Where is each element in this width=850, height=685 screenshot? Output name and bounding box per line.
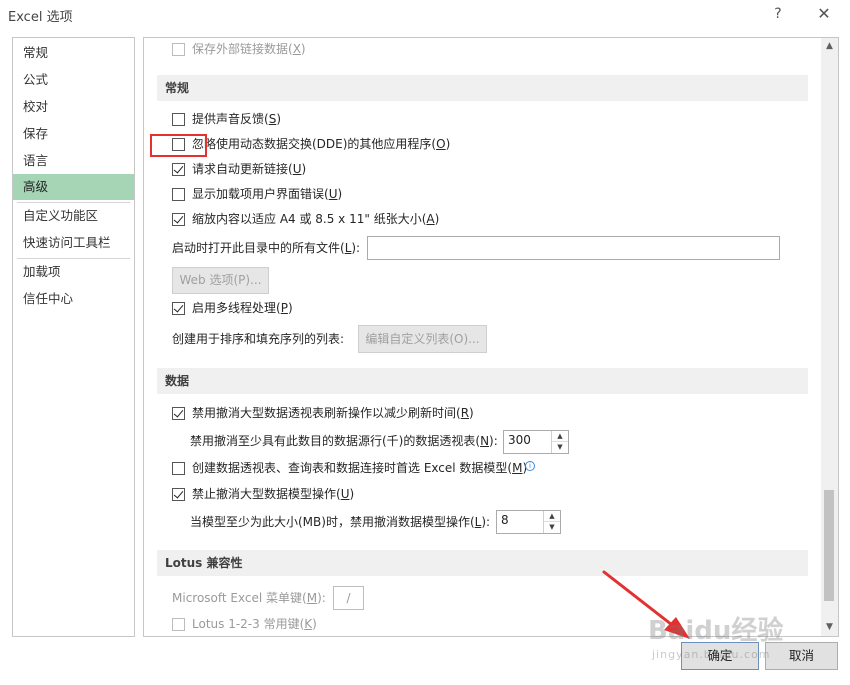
nav-item-general[interactable]: 常规 <box>13 40 134 66</box>
spinner-up-icon[interactable]: ▲ <box>544 511 560 522</box>
section-header-data: 数据 <box>157 368 808 394</box>
startup-folder-input[interactable] <box>367 236 780 260</box>
checkbox[interactable] <box>172 462 185 475</box>
nav-item-trust-center[interactable]: 信任中心 <box>13 286 134 312</box>
nav-item-customize-ribbon[interactable]: 自定义功能区 <box>13 203 134 229</box>
checkbox[interactable] <box>172 213 185 226</box>
help-button[interactable]: ? <box>768 4 788 24</box>
nav-item-proofing[interactable]: 校对 <box>13 94 134 120</box>
model-size-spinner[interactable]: 8 ▲ ▼ <box>496 510 561 534</box>
scrollbar-thumb[interactable] <box>824 490 834 601</box>
pivot-rows-spinner[interactable]: 300 ▲ ▼ <box>503 430 569 454</box>
checkbox[interactable] <box>172 407 185 420</box>
web-options-button[interactable]: Web 选项(P)... <box>172 267 269 294</box>
nav-item-quick-access-toolbar[interactable]: 快速访问工具栏 <box>13 230 134 256</box>
window-title: Excel 选项 <box>8 10 73 25</box>
vertical-scrollbar[interactable]: ▲ ▼ <box>821 38 838 636</box>
checkbox[interactable] <box>172 113 185 126</box>
checkbox[interactable] <box>172 43 185 56</box>
nav-item-language[interactable]: 语言 <box>13 148 134 174</box>
model-size-label: 当模型至少为此大小(MB)时，禁用撤消数据模型操作(L): <box>190 515 491 529</box>
checkbox[interactable] <box>172 618 185 631</box>
options-nav: 常规 公式 校对 保存 语言 高级 自定义功能区 快速访问工具栏 加载项 信任中… <box>12 37 135 637</box>
nav-item-advanced[interactable]: 高级 <box>13 174 134 200</box>
scroll-down-icon[interactable]: ▼ <box>821 619 838 636</box>
options-content: 保存外部链接数据(X) 常规 提供声音反馈(S) 忽略使用动态数据交换(DDE)… <box>143 37 839 637</box>
baidu-watermark: Baidu经验 <box>648 616 784 646</box>
spinner-value[interactable]: 8 <box>501 513 509 527</box>
scroll-up-icon[interactable]: ▲ <box>821 38 838 55</box>
checkbox[interactable] <box>172 488 185 501</box>
checkbox[interactable] <box>172 163 185 176</box>
spinner-down-icon[interactable]: ▼ <box>544 522 560 533</box>
menu-key-input[interactable]: / <box>333 586 364 610</box>
title-bar: Excel 选项 ? ✕ <box>0 0 850 30</box>
section-header-general: 常规 <box>157 75 808 101</box>
info-icon[interactable]: i <box>525 461 535 471</box>
highlight-box <box>150 134 207 157</box>
nav-item-formulas[interactable]: 公式 <box>13 67 134 93</box>
edit-custom-lists-button[interactable]: 编辑自定义列表(O)... <box>358 325 487 353</box>
checkbox[interactable] <box>172 188 185 201</box>
baidu-watermark-url: jingyan.baidu.com <box>652 648 771 661</box>
pivot-rows-label: 禁用撤消至少具有此数目的数据源行(千)的数据透视表(N): <box>190 434 498 448</box>
menu-key-label: Microsoft Excel 菜单键(M): <box>172 591 326 605</box>
startup-folder-label: 启动时打开此目录中的所有文件(L): <box>172 241 361 255</box>
spinner-down-icon[interactable]: ▼ <box>552 442 568 453</box>
spinner-value[interactable]: 300 <box>508 433 531 447</box>
section-header-lotus: Lotus 兼容性 <box>157 550 808 576</box>
nav-item-add-ins[interactable]: 加载项 <box>13 259 134 285</box>
checkbox[interactable] <box>172 302 185 315</box>
spinner-up-icon[interactable]: ▲ <box>552 431 568 442</box>
nav-item-save[interactable]: 保存 <box>13 121 134 147</box>
close-button[interactable]: ✕ <box>812 4 836 24</box>
custom-lists-label: 创建用于排序和填充序列的列表: <box>172 332 345 346</box>
